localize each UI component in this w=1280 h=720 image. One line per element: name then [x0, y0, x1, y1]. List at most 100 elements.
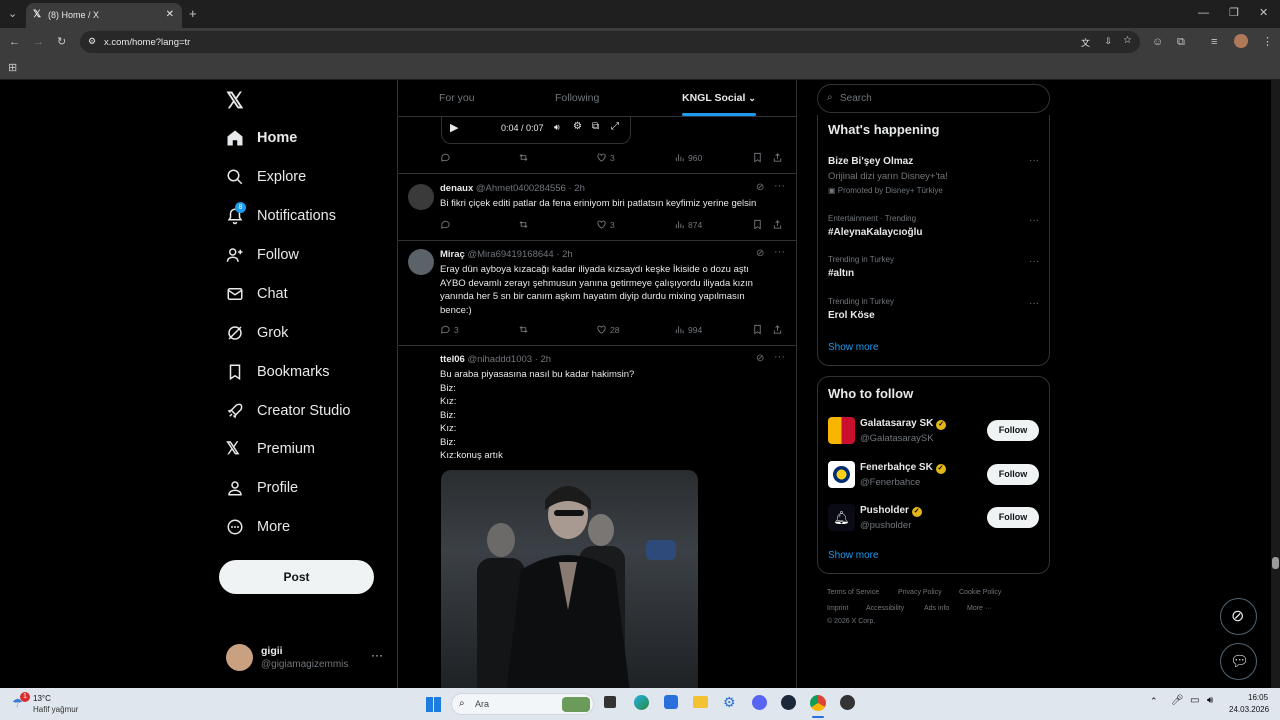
task-view-icon[interactable] — [604, 696, 616, 708]
bookmark-star-icon[interactable]: ☆ — [1123, 35, 1132, 46]
chrome-menu-icon[interactable]: ⋮ — [1262, 35, 1273, 49]
forward-icon[interactable]: → — [33, 35, 44, 49]
translate-icon[interactable]: 文 — [1081, 36, 1090, 49]
bookmark-button[interactable] — [752, 324, 766, 335]
nav-explore[interactable]: Explore — [226, 162, 306, 192]
like-button[interactable]: 3 — [596, 152, 615, 163]
overflow-chevron-icon[interactable]: ⌃ — [1150, 696, 1158, 707]
app-icon[interactable] — [840, 695, 855, 710]
microphone-icon[interactable]: 🎤︎ — [1171, 695, 1184, 706]
install-icon[interactable]: ⇩ — [1104, 36, 1112, 47]
follow-button[interactable]: Follow — [987, 464, 1039, 485]
profile-avatar[interactable] — [1234, 34, 1248, 48]
retweet-button[interactable] — [518, 152, 532, 163]
search-input[interactable]: ⌕ Search — [817, 84, 1050, 113]
share-button[interactable] — [772, 324, 786, 335]
tweet-avatar[interactable] — [408, 184, 434, 210]
trend-more-icon[interactable]: ··· — [1029, 215, 1039, 226]
fullscreen-icon[interactable]: ⤢ — [611, 121, 619, 132]
address-bar[interactable]: ⚙ x.com/home?lang=tr 文 ⇩ ☆ — [80, 31, 1140, 53]
back-icon[interactable]: ← — [9, 35, 20, 49]
views-button[interactable]: 874 — [674, 219, 702, 230]
scrollbar-thumb[interactable] — [1272, 557, 1279, 569]
discord-icon[interactable] — [752, 695, 767, 710]
tweet-more-icon[interactable]: ··· — [774, 351, 785, 363]
tweet-image[interactable] — [441, 470, 698, 688]
settings-app-icon[interactable]: ⚙ — [723, 694, 736, 711]
trend-more-icon[interactable]: ··· — [1029, 155, 1039, 166]
play-icon[interactable]: ▶ — [450, 121, 458, 134]
footer-more-link[interactable]: More ··· — [967, 605, 992, 612]
views-button[interactable]: 960 — [674, 152, 702, 163]
tweet-handle[interactable]: @Mira69419168644 — [467, 249, 553, 260]
site-info-icon[interactable]: ⚙ — [88, 36, 96, 47]
reply-button[interactable] — [440, 219, 454, 230]
reload-icon[interactable]: ↻ — [57, 35, 66, 49]
close-window-icon[interactable]: ✕ — [1259, 6, 1268, 20]
nav-grok[interactable]: Grok — [226, 318, 288, 348]
follow-button[interactable]: Follow — [987, 420, 1039, 441]
tweet-more-icon[interactable]: ··· — [774, 246, 785, 258]
tab-following[interactable]: Following — [555, 92, 599, 104]
grok-icon[interactable]: ⊘ — [756, 182, 764, 193]
footer-imprint-link[interactable]: Imprint — [827, 605, 848, 612]
steam-icon[interactable] — [781, 695, 796, 710]
nav-follow[interactable]: Follow — [226, 240, 299, 270]
clock-date[interactable]: 24.03.2026 — [1229, 705, 1269, 714]
tab-kngl-social[interactable]: KNGL Social ⌄ — [682, 92, 756, 104]
volume-icon[interactable]: 🔊︎ — [554, 122, 560, 133]
pip-icon[interactable]: ⧉ — [592, 121, 599, 132]
footer-privacy-link[interactable]: Privacy Policy — [898, 589, 942, 596]
minimize-icon[interactable]: — — [1198, 6, 1209, 20]
trend-more-icon[interactable]: ··· — [1029, 298, 1039, 309]
maximize-icon[interactable]: ❐ — [1229, 6, 1239, 20]
tweet[interactable]: Miraç @Mira69419168644 · 2h ⊘ ··· Eray d… — [398, 241, 796, 345]
tweet-handle[interactable]: @nihaddd1003 — [467, 354, 532, 365]
tweet-time[interactable]: · 2h — [556, 249, 572, 260]
nav-chat[interactable]: Chat — [226, 279, 288, 309]
like-button[interactable]: 28 — [596, 324, 619, 335]
nav-more[interactable]: More — [226, 512, 290, 542]
start-button[interactable] — [426, 697, 441, 712]
chat-fab[interactable]: 💬︎ — [1220, 643, 1257, 680]
settings-icon[interactable]: ⚙ — [573, 121, 582, 132]
extensions-puzzle-icon[interactable]: ⧉ — [1177, 35, 1185, 49]
clock-time[interactable]: 16:05 — [1248, 693, 1268, 702]
nav-notifications[interactable]: 8 Notifications — [226, 201, 336, 231]
extension-icon[interactable]: ☺ — [1152, 35, 1163, 49]
apps-grid-icon[interactable]: ⊞ — [8, 61, 17, 75]
footer-ads-info-link[interactable]: Ads info — [924, 605, 949, 612]
tweet-more-icon[interactable]: ··· — [774, 180, 785, 192]
nav-home[interactable]: Home — [226, 123, 297, 153]
reply-button[interactable]: 3 — [440, 324, 459, 335]
who-to-follow-show-more-link[interactable]: Show more — [828, 550, 879, 561]
share-button[interactable] — [772, 152, 786, 163]
tweet-author-name[interactable]: Miraç — [440, 249, 465, 260]
new-tab-icon[interactable]: + — [189, 7, 197, 21]
reply-button[interactable] — [440, 152, 454, 163]
nav-profile[interactable]: Profile — [226, 473, 298, 503]
close-tab-icon[interactable]: ✕ — [166, 9, 174, 20]
nav-bookmarks[interactable]: Bookmarks — [226, 357, 330, 387]
bookmark-button[interactable] — [752, 152, 766, 163]
tab-list-icon[interactable]: ⌄ — [8, 7, 17, 21]
tweet-avatar[interactable] — [408, 249, 434, 275]
tab-for-you[interactable]: For you — [439, 92, 475, 104]
tweet-handle[interactable]: @Ahmet0400284556 — [476, 183, 566, 194]
network-icon[interactable]: ▭ — [1190, 695, 1199, 706]
video-player-controls[interactable]: ▶ 0:04 / 0:07 🔊︎ ⚙ ⧉ ⤢ — [441, 116, 631, 144]
footer-accessibility-link[interactable]: Accessibility — [866, 605, 904, 612]
trends-show-more-link[interactable]: Show more — [828, 342, 879, 353]
tweet-author-name[interactable]: denaux — [440, 183, 473, 194]
tweet-author-name[interactable]: ttel06 — [440, 354, 465, 365]
x-logo-icon[interactable]: 𝕏 — [226, 88, 244, 114]
views-button[interactable]: 994 — [674, 324, 702, 335]
grok-icon[interactable]: ⊘ — [756, 353, 764, 364]
chrome-taskbar-icon[interactable] — [810, 695, 826, 711]
page-scrollbar[interactable] — [1271, 80, 1280, 688]
tweet-time[interactable]: · 2h — [568, 183, 584, 194]
browser-tab[interactable]: 𝕏 (8) Home / X ✕ — [26, 3, 182, 28]
post-button[interactable]: Post — [219, 560, 374, 594]
nav-premium[interactable]: 𝕏 Premium — [226, 434, 315, 464]
nav-creator-studio[interactable]: Creator Studio — [226, 396, 351, 426]
